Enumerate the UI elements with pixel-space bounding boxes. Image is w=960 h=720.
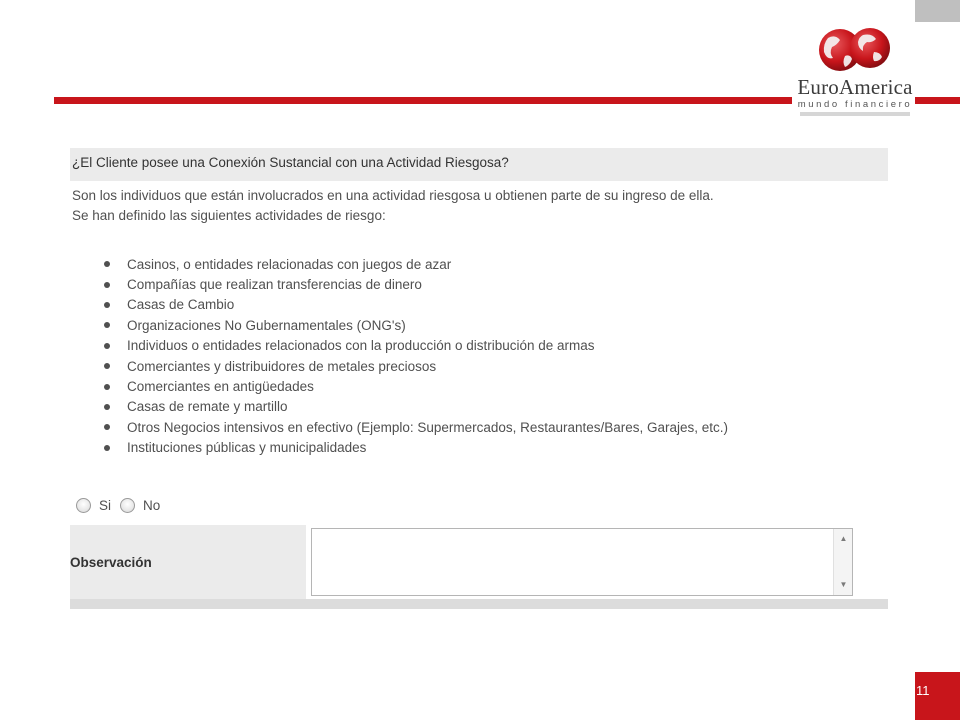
bullet-icon — [104, 281, 110, 288]
chevron-up-icon[interactable]: ▲ — [834, 532, 853, 546]
list-item: Otros Negocios intensivos en efectivo (E… — [104, 417, 884, 437]
bullet-icon — [104, 383, 110, 390]
intro-line-2: Se han definido las siguientes actividad… — [72, 208, 386, 223]
activity-label: Casas de remate y martillo — [127, 399, 288, 415]
activity-label: Comerciantes y distribuidores de metales… — [127, 358, 437, 374]
activity-label: Instituciones públicas y municipalidades — [127, 440, 367, 456]
observation-textarea[interactable] — [311, 528, 853, 596]
activity-label: Compañías que realizan transferencias de… — [127, 277, 422, 293]
header-red-rule — [54, 97, 792, 104]
activity-label: Comerciantes en antigüedades — [127, 379, 314, 395]
chevron-down-icon[interactable]: ▼ — [834, 578, 853, 592]
activity-label: Otros Negocios intensivos en efectivo (E… — [127, 419, 729, 435]
radio-si-label[interactable]: Si — [99, 498, 111, 513]
top-gray-tab — [915, 0, 960, 22]
header-red-rule-right — [915, 97, 960, 104]
euroamerica-globes-icon — [819, 28, 890, 71]
activity-label: Casas de Cambio — [127, 297, 235, 313]
activity-label: Casinos, o entidades relacionadas con ju… — [127, 256, 452, 272]
question-title: ¿El Cliente posee una Conexión Sustancia… — [70, 148, 888, 181]
logo-underline — [800, 112, 910, 116]
list-item: Instituciones públicas y municipalidades — [104, 438, 884, 458]
radio-no[interactable] — [120, 498, 136, 513]
bullet-icon — [104, 301, 110, 308]
list-item: Casas de remate y martillo — [104, 397, 884, 417]
list-item: Comerciantes en antigüedades — [104, 376, 884, 396]
radio-no-label[interactable]: No — [143, 498, 160, 513]
observation-panel-footer — [70, 599, 888, 609]
brand-tagline: mundo financiero — [797, 99, 913, 110]
bullet-icon — [104, 444, 110, 451]
observation-scrollbar[interactable]: ▲ ▼ — [833, 529, 852, 595]
observation-panel: Observación ▲ ▼ — [70, 525, 888, 609]
bullet-icon — [104, 424, 110, 431]
list-item: Organizaciones No Gubernamentales (ONG's… — [104, 315, 884, 335]
list-item: Individuos o entidades relacionados con … — [104, 336, 884, 356]
euroamerica-logo: EuroAmerica mundo financiero — [795, 26, 915, 118]
intro-line-1: Son los individuos que están involucrado… — [72, 188, 714, 203]
list-item: Comerciantes y distribuidores de metales… — [104, 356, 884, 376]
activity-label: Organizaciones No Gubernamentales (ONG's… — [127, 317, 406, 333]
bullet-icon — [104, 342, 110, 349]
answer-radio-group: Si No — [76, 498, 169, 513]
question-intro: Son los individuos que están involucrado… — [72, 186, 872, 226]
activity-label: Individuos o entidades relacionados con … — [127, 338, 595, 354]
bullet-icon — [104, 363, 110, 370]
list-item: Casinos, o entidades relacionadas con ju… — [104, 254, 884, 274]
bullet-icon — [104, 403, 110, 410]
risk-activities-list: Casinos, o entidades relacionadas con ju… — [104, 254, 884, 458]
list-item: Casas de Cambio — [104, 295, 884, 315]
observation-label: Observación — [70, 555, 152, 570]
page-number: 11 — [915, 672, 960, 720]
list-item: Compañías que realizan transferencias de… — [104, 274, 884, 294]
bullet-icon — [104, 261, 110, 268]
bullet-icon — [104, 322, 110, 329]
brand-name: EuroAmerica — [797, 75, 913, 99]
radio-si[interactable] — [76, 498, 91, 513]
